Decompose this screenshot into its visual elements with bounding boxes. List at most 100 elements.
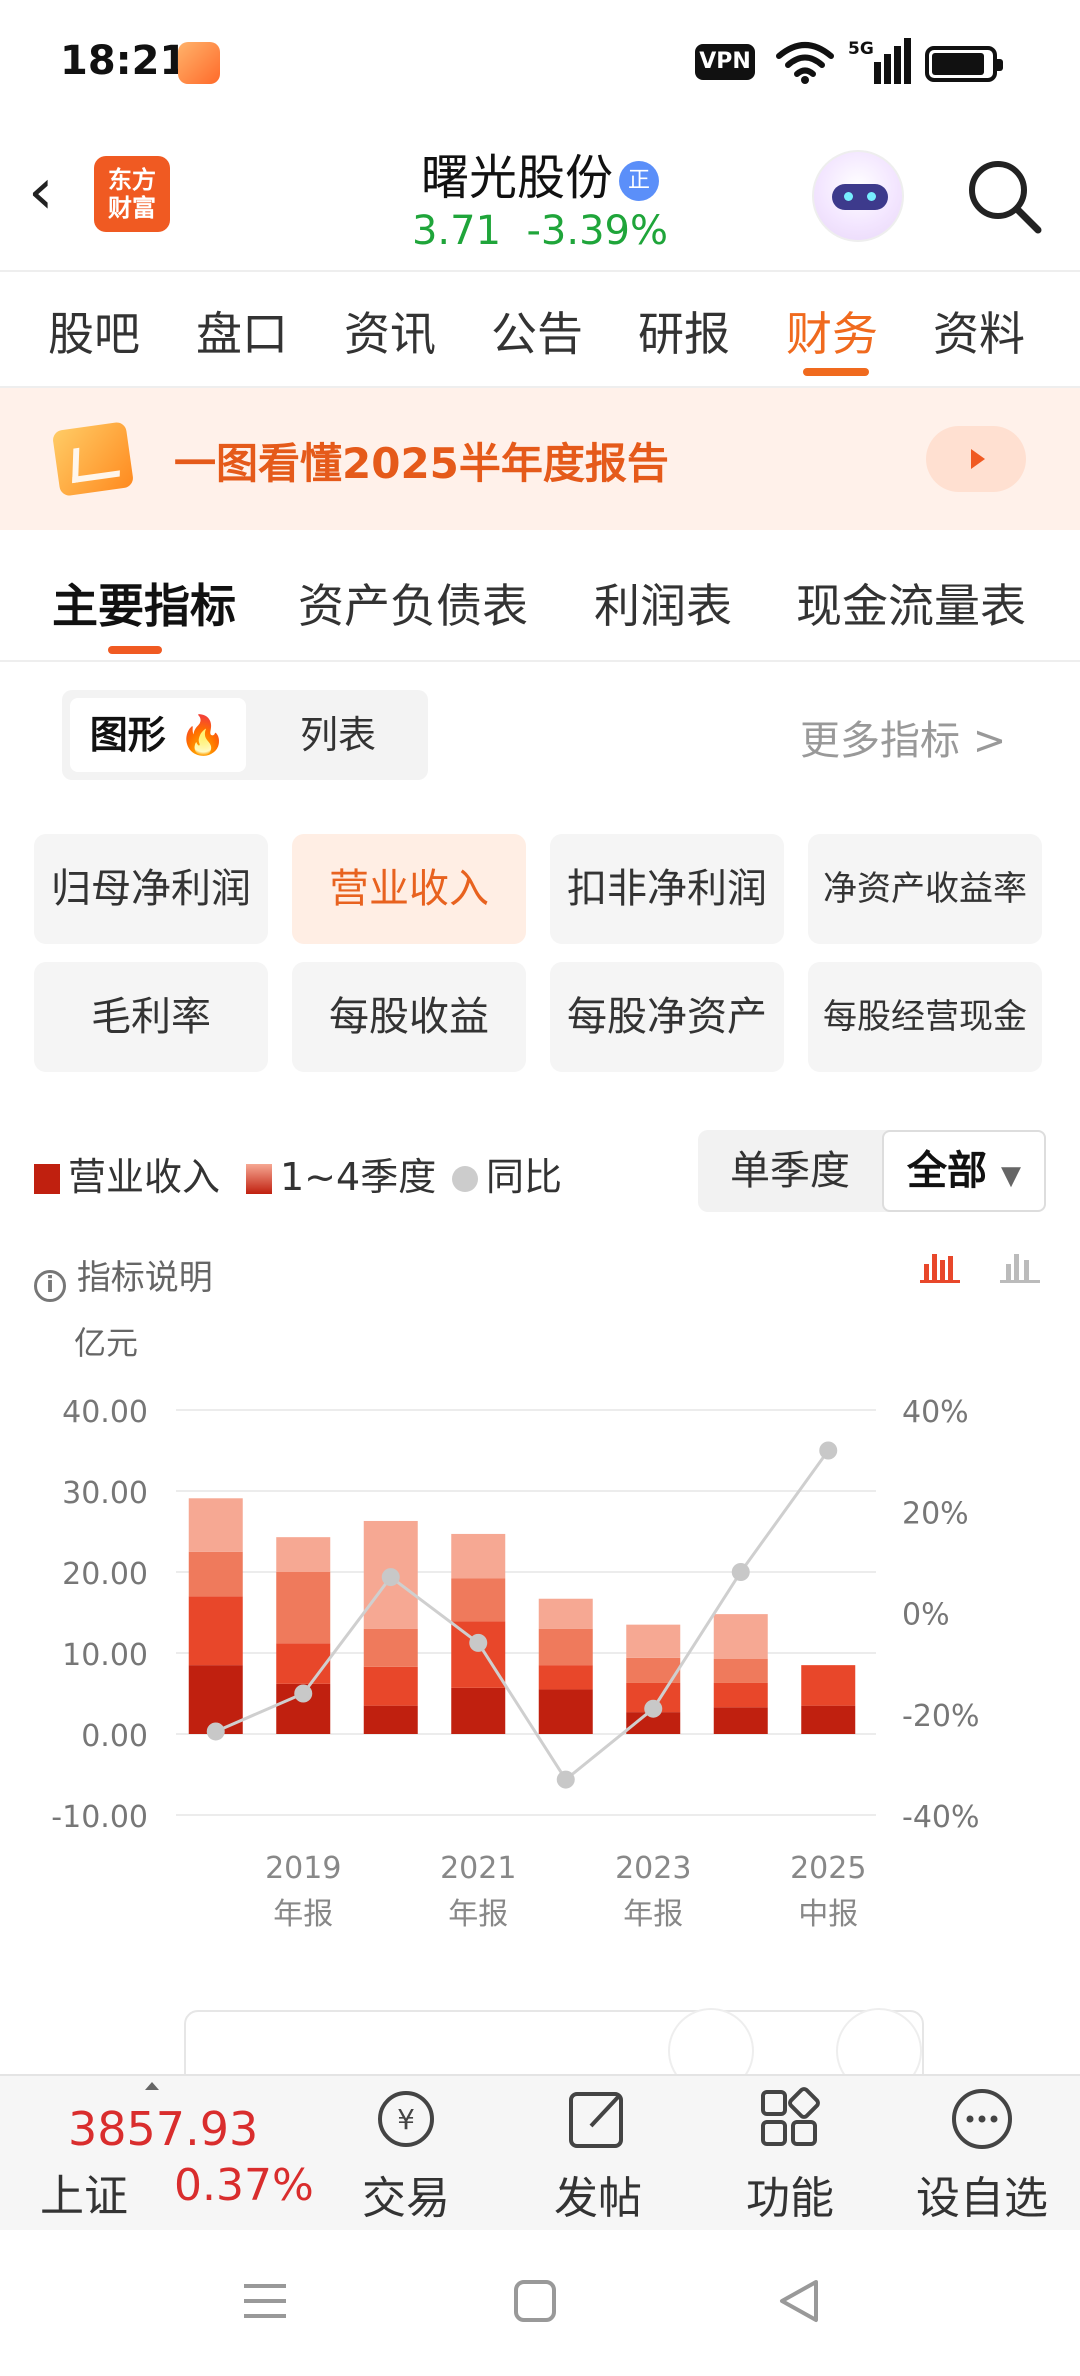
nav-functions[interactable]: 功能 [720, 2086, 860, 2226]
x-tick-year: 2023 [615, 1851, 691, 1886]
trade-icon: ¥ [378, 2091, 434, 2147]
x-tick-period: 年报 [273, 1897, 333, 1932]
y-right-tick-label: -20% [902, 1699, 980, 1734]
fire-icon: 🔥 [178, 713, 227, 757]
subtab-cash-flow[interactable]: 现金流量表 [796, 570, 1026, 636]
metric-net-profit[interactable]: 归母净利润 [34, 834, 268, 944]
search-icon[interactable] [964, 156, 1044, 236]
metric-eps[interactable]: 每股收益 [292, 962, 526, 1072]
x-tick-year: 2021 [440, 1851, 516, 1886]
metric-info[interactable]: i 指标说明 [34, 1250, 213, 1302]
view-chart-button[interactable]: 图形 🔥 [70, 698, 246, 772]
tab-research[interactable]: 研报 [638, 298, 730, 364]
grouped-bar-icon[interactable] [1000, 1250, 1042, 1284]
tab-news[interactable]: 资讯 [344, 298, 436, 364]
report-banner[interactable]: 一图看懂2025半年度报告 [0, 388, 1080, 530]
info-icon: i [34, 1270, 66, 1302]
nav-post[interactable]: 发帖 [528, 2086, 668, 2226]
edit-icon [569, 2092, 623, 2148]
legend-quarters: 1~4季度 [246, 1146, 436, 1201]
x-tick-year: 2025 [790, 1851, 866, 1886]
bar-segment-q2 [363, 1666, 418, 1706]
assistant-robot-icon[interactable] [812, 150, 904, 242]
metric-bvps[interactable]: 每股净资产 [550, 962, 784, 1072]
legend-revenue-label: 营业收入 [68, 1155, 221, 1199]
period-all-dropdown[interactable]: 全部 ▼ [882, 1130, 1046, 1212]
metric-revenue[interactable]: 营业收入 [292, 834, 526, 944]
nav-watchlist[interactable]: 设自选 [912, 2086, 1052, 2226]
legend-yoy: 同比 [452, 1146, 562, 1201]
expand-icon[interactable] [145, 2082, 159, 2090]
signal-icon: 5G [848, 38, 911, 84]
y-right-tick-label: 0% [902, 1598, 950, 1633]
yoy-point [819, 1441, 838, 1460]
bar-segment-q4 [626, 1624, 681, 1658]
bar-segment-q3 [188, 1551, 243, 1597]
subtab-balance-sheet[interactable]: 资产负债表 [298, 570, 528, 636]
view-toggle: 图形 🔥 列表 [62, 690, 428, 780]
y-left-tick-label: 30.00 [62, 1476, 148, 1511]
badge-icon: 正 [619, 161, 659, 201]
bar-segment-q3 [538, 1628, 593, 1666]
bar-segment-q2 [451, 1621, 506, 1688]
tab-finance[interactable]: 财务 [786, 298, 878, 364]
nav-watchlist-label: 设自选 [916, 2173, 1048, 2224]
index-value[interactable]: 3857.93 [68, 2102, 258, 2156]
bar-segment-q1 [538, 1689, 593, 1734]
y-left-tick-label: 40.00 [62, 1395, 148, 1430]
tab-active-indicator [803, 368, 869, 376]
home-icon[interactable] [512, 2278, 558, 2324]
stock-price: 3.71 [411, 208, 502, 254]
clock: 18:21 [60, 38, 188, 84]
bar-chart-icon[interactable] [920, 1250, 962, 1284]
index-name[interactable]: 上证 [40, 2160, 128, 2224]
bar-segment-q3 [713, 1658, 768, 1683]
view-list-button[interactable]: 列表 [258, 698, 418, 772]
tab-guba[interactable]: 股吧 [48, 298, 140, 364]
metric-ocf-per-share[interactable]: 每股经营现金 [808, 962, 1042, 1072]
subtab-income-statement[interactable]: 利润表 [594, 570, 732, 636]
bar-segment-q2 [276, 1643, 331, 1684]
legend-swatch [246, 1164, 272, 1194]
bar-segment-q2 [538, 1665, 593, 1690]
bar-segment-q1 [713, 1707, 768, 1734]
yoy-point [644, 1699, 663, 1718]
status-bar: 18:21 VPN 5G [0, 0, 1080, 120]
yoy-point [294, 1684, 313, 1703]
app-notification-icon [178, 42, 220, 84]
menu-icon[interactable] [242, 2278, 288, 2324]
price-line: 3.71 -3.39% [0, 208, 1080, 254]
tab-announcements[interactable]: 公告 [491, 298, 583, 364]
bar-segment-q3 [363, 1628, 418, 1667]
period-single-quarter[interactable]: 单季度 [698, 1130, 882, 1212]
yoy-point [731, 1563, 750, 1581]
yoy-point [206, 1722, 225, 1741]
x-tick-period: 中报 [798, 1897, 858, 1932]
metric-gross-margin[interactable]: 毛利率 [34, 962, 268, 1072]
bar-segment-q4 [713, 1614, 768, 1659]
wifi-icon [776, 42, 834, 84]
bar-segment-q1 [363, 1705, 418, 1734]
x-tick-period: 年报 [448, 1897, 508, 1932]
bar-segment-q2 [188, 1596, 243, 1666]
main-tabs: 股吧 盘口 资讯 公告 研报 财务 资料 [0, 272, 1080, 388]
more-dots-icon [952, 2089, 1012, 2149]
nav-trade[interactable]: ¥ 交易 [336, 2086, 476, 2226]
nav-functions-label: 功能 [746, 2173, 834, 2224]
view-chart-label: 图形 [89, 713, 166, 757]
play-icon[interactable] [926, 426, 1026, 492]
back-nav-icon[interactable] [776, 2278, 822, 2324]
bar-segment-q1 [451, 1687, 506, 1734]
info-label: 指标说明 [76, 1258, 213, 1298]
tab-profile[interactable]: 资料 [933, 298, 1025, 364]
more-metrics-link[interactable]: 更多指标 > [800, 708, 1006, 766]
metric-deducted-profit[interactable]: 扣非净利润 [550, 834, 784, 944]
index-change[interactable]: 0.37% [174, 2160, 314, 2211]
stock-header: ‹ 东方 财富 曙光股份正 3.71 -3.39% [0, 120, 1080, 272]
metric-roe[interactable]: 净资产收益率 [808, 834, 1042, 944]
bar-segment-q4 [538, 1598, 593, 1629]
x-tick-period: 年报 [623, 1897, 683, 1932]
banner-text: 一图看懂2025半年度报告 [174, 439, 669, 488]
tab-pankou[interactable]: 盘口 [196, 298, 288, 364]
subtab-key-metrics[interactable]: 主要指标 [52, 570, 236, 636]
